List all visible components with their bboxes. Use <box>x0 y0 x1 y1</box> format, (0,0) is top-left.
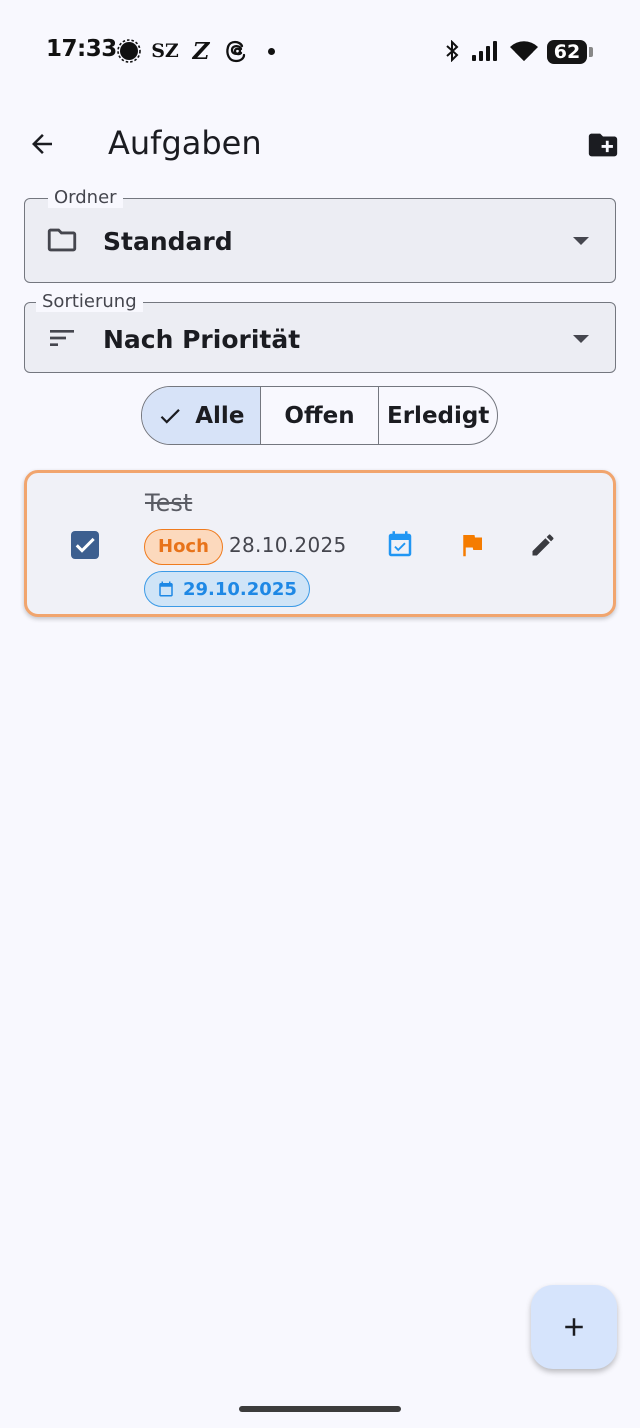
check-icon <box>75 537 95 553</box>
cellular-signal-icon <box>470 38 500 64</box>
page-title: Aufgaben <box>108 124 262 162</box>
zeit-app-label: Z <box>192 37 210 65</box>
priority-badge: Hoch <box>144 529 223 565</box>
folder-label: Ordner <box>48 188 123 208</box>
folder-dropdown[interactable]: Standard <box>24 198 616 283</box>
threads-icon <box>223 38 249 64</box>
filter-all-button[interactable]: Alle <box>142 387 261 444</box>
arrow-back-icon <box>32 134 52 154</box>
bluetooth-icon <box>443 38 461 64</box>
folder-value: Standard <box>103 227 233 256</box>
edit-icon <box>532 534 554 556</box>
due-date-text: 29.10.2025 <box>183 578 297 600</box>
task-done-checkbox[interactable] <box>71 531 99 559</box>
status-filter: Alle Offen Erledigt <box>141 386 498 445</box>
task-title: Test <box>145 489 193 517</box>
wifi-icon <box>508 38 540 64</box>
battery-indicator: 62 <box>547 40 587 64</box>
filter-open-button[interactable]: Offen <box>261 387 380 444</box>
dropdown-arrow-icon <box>573 237 589 245</box>
event-available-icon <box>388 531 412 557</box>
filter-all-label: Alle <box>195 402 245 429</box>
filter-done-button[interactable]: Erledigt <box>379 387 497 444</box>
status-bar: 17:33 SZ Z 62 <box>0 0 640 100</box>
check-icon <box>157 403 183 429</box>
signal-messenger-icon <box>116 38 142 64</box>
add-task-fab[interactable] <box>531 1285 617 1369</box>
home-indicator[interactable] <box>239 1406 401 1412</box>
sort-label: Sortierung <box>36 292 143 312</box>
sort-value: Nach Priorität <box>103 325 301 354</box>
set-due-date-button[interactable] <box>382 527 418 563</box>
create-new-folder-icon <box>588 133 618 157</box>
add-icon <box>565 1318 583 1336</box>
notification-dot-icon <box>266 38 276 64</box>
folder-icon <box>45 223 79 257</box>
edit-task-button[interactable] <box>525 527 561 563</box>
due-date-badge: 29.10.2025 <box>144 571 310 607</box>
sz-app-icon: SZ <box>151 38 179 64</box>
calendar-icon <box>159 581 173 597</box>
clock: 17:33 <box>46 36 117 62</box>
sort-dropdown[interactable]: Nach Priorität <box>24 302 616 373</box>
filter-open-label: Offen <box>284 402 355 429</box>
sort-icon <box>45 321 79 355</box>
task-card[interactable]: Test Hoch 28.10.2025 29.10.2025 <box>24 470 616 617</box>
filter-done-label: Erledigt <box>387 402 490 429</box>
battery-cap <box>589 47 593 57</box>
dropdown-arrow-icon <box>573 335 589 343</box>
flag-icon <box>463 535 482 557</box>
create-folder-button[interactable] <box>580 122 626 168</box>
back-button[interactable] <box>20 122 64 166</box>
task-created-date: 28.10.2025 <box>229 533 347 557</box>
set-priority-button[interactable] <box>454 527 490 563</box>
sz-app-label: SZ <box>151 40 179 62</box>
zeit-app-icon: Z <box>190 37 212 65</box>
